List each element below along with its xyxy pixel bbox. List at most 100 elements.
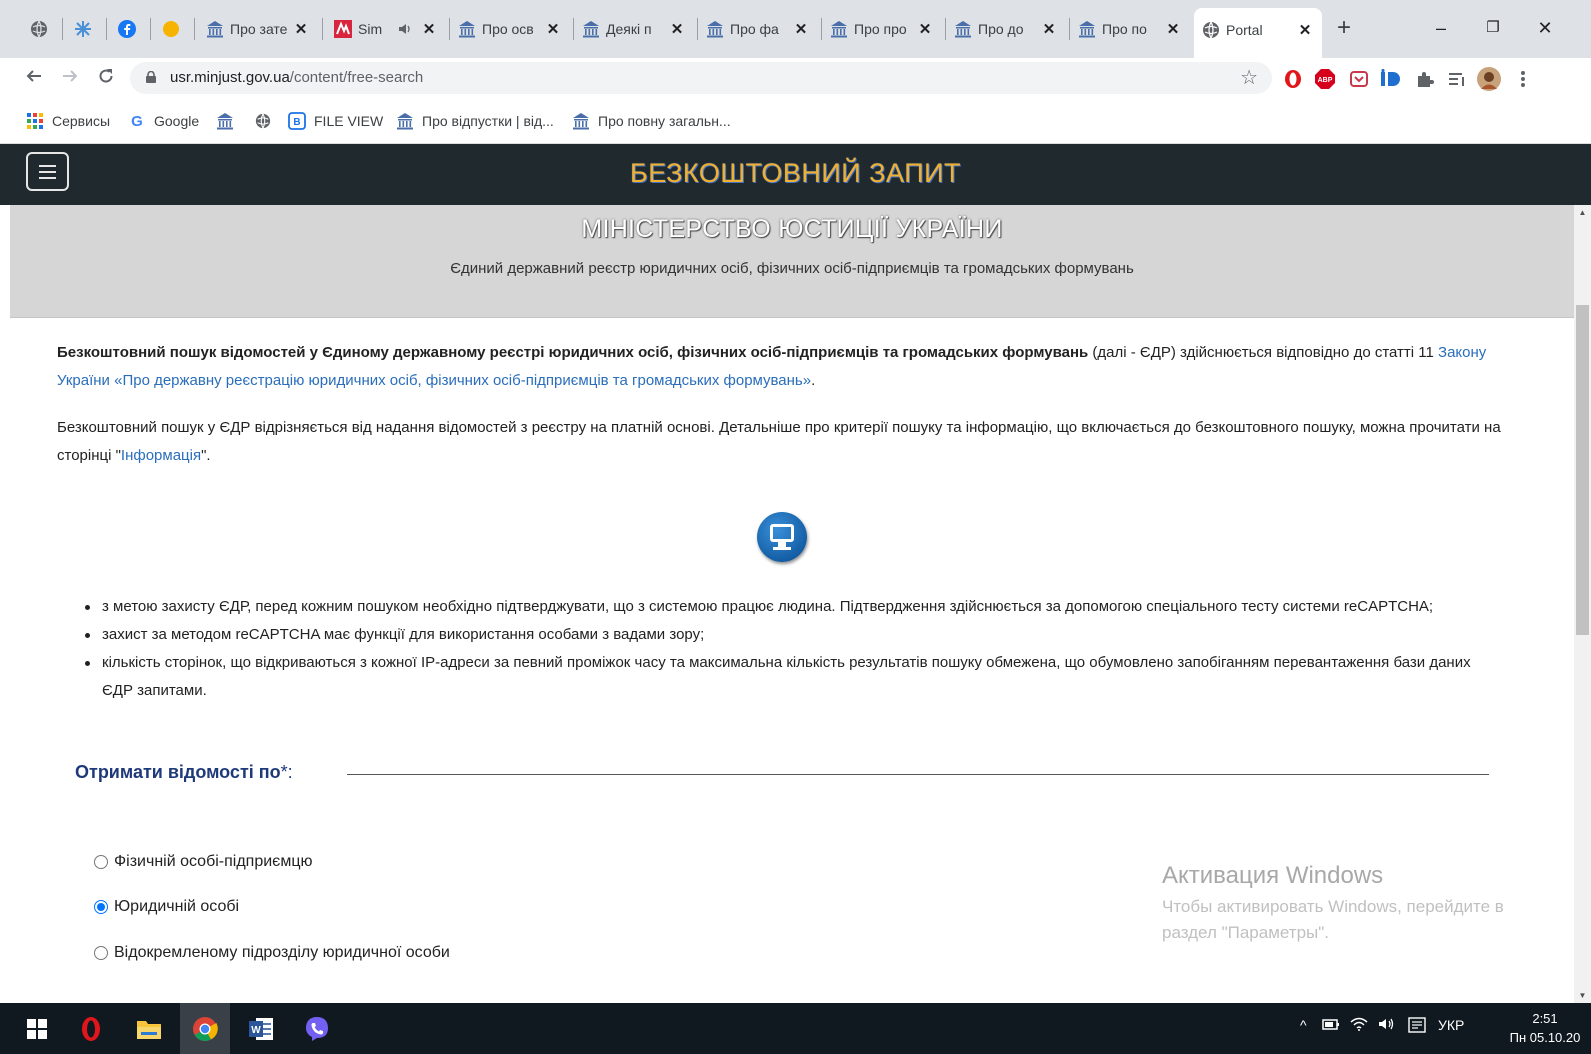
radio-legal-entity[interactable]: Юридичній особі: [94, 896, 239, 918]
gov-building-icon: [830, 20, 848, 38]
required-mark: *:: [280, 762, 293, 782]
svg-text:B: B: [293, 117, 300, 128]
back-button[interactable]: [20, 64, 48, 92]
page-scrollbar[interactable]: ▲ ▼: [1574, 205, 1591, 1003]
tray-language[interactable]: УКР: [1438, 1017, 1464, 1033]
tray-wifi-icon[interactable]: [1350, 1017, 1368, 1036]
pinned-tab-globe[interactable]: [24, 14, 54, 44]
taskbar-opera[interactable]: [66, 1003, 116, 1054]
tab-close-icon[interactable]: ✕: [1040, 20, 1058, 38]
tab-title: Про фа: [730, 21, 779, 37]
bookmark-vacation[interactable]: Про відпустки | від...: [396, 109, 554, 133]
reload-button[interactable]: [92, 64, 120, 92]
url-host: usr.minjust.gov.ua: [170, 69, 290, 86]
radio-button-checked[interactable]: [94, 900, 108, 914]
taskbar-explorer[interactable]: [124, 1003, 174, 1054]
legend-divider: [347, 774, 1489, 775]
tray-overflow-icon[interactable]: ^: [1300, 1017, 1307, 1033]
close-window-button[interactable]: ✕: [1522, 14, 1568, 44]
globe-icon: [254, 112, 272, 130]
tab-title: Portal: [1226, 22, 1263, 38]
tab-close-icon[interactable]: ✕: [420, 20, 438, 38]
extensions-puzzle-icon[interactable]: [1412, 66, 1438, 92]
taskbar-word[interactable]: W: [236, 1003, 286, 1054]
radio-separate-division[interactable]: Відокремленому підрозділу юридичної особ…: [94, 942, 450, 964]
tab-close-icon[interactable]: ✕: [544, 20, 562, 38]
tab-title: Про про: [854, 21, 907, 37]
bookmarks-bar: Сервисы G Google B FILE VIEW Про відпуст…: [0, 98, 1591, 144]
chrome-menu-icon[interactable]: [1510, 66, 1536, 92]
tab-close-icon[interactable]: ✕: [1164, 20, 1182, 38]
pinned-tab-yellow[interactable]: [156, 14, 186, 44]
tray-keyboard-icon[interactable]: [1408, 1017, 1426, 1038]
tab-close-icon[interactable]: ✕: [916, 20, 934, 38]
bookmark-services[interactable]: Сервисы: [26, 109, 110, 133]
bookmark-label: Сервисы: [52, 113, 111, 129]
bookmark-general[interactable]: Про повну загальн...: [572, 109, 731, 133]
scrollbar-thumb[interactable]: [1576, 305, 1589, 635]
ministry-banner: МІНІСТЕРСТВО ЮСТИЦІЇ УКРАЇНИ Єдиний держ…: [10, 205, 1574, 318]
bookmark-label: Про відпустки | від...: [422, 113, 554, 129]
tab-title: Про до: [978, 21, 1024, 37]
svg-text:ABP: ABP: [1318, 77, 1333, 84]
tab-close-icon[interactable]: ✕: [292, 20, 310, 38]
scroll-down-icon[interactable]: ▼: [1574, 991, 1591, 1000]
radio-button[interactable]: [94, 855, 108, 869]
tab-close-icon[interactable]: ✕: [792, 20, 810, 38]
clock-time: 2:51: [1532, 1011, 1558, 1026]
gov-building-icon: [216, 112, 234, 130]
bookmark-globe[interactable]: [254, 109, 280, 133]
taskbar-viber[interactable]: [292, 1003, 342, 1054]
new-tab-button[interactable]: +: [1329, 14, 1359, 44]
tray-volume-icon[interactable]: [1378, 1017, 1396, 1036]
intro-bold-text: Безкоштовний пошук відомостей у Єдиному …: [57, 344, 1089, 361]
profile-avatar[interactable]: [1476, 66, 1502, 92]
tab-active-portal[interactable]: Portal ✕: [1194, 8, 1322, 58]
pinned-tab-snowflake[interactable]: [68, 14, 98, 44]
registry-name: Єдиний державний реєстр юридичних осіб, …: [450, 260, 1134, 277]
tab-1[interactable]: Про зате ✕: [198, 12, 318, 46]
tab-8[interactable]: Про по ✕: [1070, 12, 1190, 46]
tab-3[interactable]: Про осв ✕: [450, 12, 570, 46]
address-bar[interactable]: usr.minjust.gov.ua/content/free-search ☆: [130, 62, 1272, 94]
radio-individual-entrepreneur[interactable]: Фізичній особі-підприємцю: [94, 851, 313, 873]
bookmark-gov[interactable]: [216, 109, 242, 133]
radio-button[interactable]: [94, 946, 108, 960]
scroll-up-icon[interactable]: ▲: [1574, 208, 1591, 217]
gov-building-icon: [572, 112, 590, 130]
tray-battery-icon[interactable]: [1322, 1017, 1340, 1036]
bookmark-star-icon[interactable]: ☆: [1240, 65, 1258, 90]
info-text: Безкоштовний пошук у ЄДР відрізняється в…: [57, 419, 1501, 464]
pinned-tab-facebook[interactable]: [112, 14, 142, 44]
svg-text:W: W: [251, 1025, 261, 1036]
system-clock[interactable]: 2:51 Пн 05.10.20: [1509, 1009, 1581, 1047]
simplex-icon: [334, 20, 352, 38]
start-button[interactable]: [12, 1003, 62, 1054]
gov-building-icon: [396, 112, 414, 130]
bookmark-google[interactable]: G Google: [128, 109, 199, 133]
info-page-link[interactable]: Інформація: [121, 447, 201, 464]
taskbar-chrome[interactable]: [180, 1003, 230, 1054]
google-icon: G: [128, 112, 146, 130]
forward-button[interactable]: [56, 64, 84, 92]
restore-button[interactable]: ❐: [1470, 14, 1516, 44]
tab-close-icon[interactable]: ✕: [668, 20, 686, 38]
tab-2[interactable]: Sim ✕: [326, 12, 446, 46]
reading-list-icon[interactable]: [1444, 66, 1470, 92]
minimize-button[interactable]: –: [1418, 14, 1464, 44]
adblock-plus-icon[interactable]: ABP: [1312, 66, 1338, 92]
tab-separator: [106, 18, 107, 40]
audio-playing-icon[interactable]: [396, 20, 414, 38]
bookmark-label: FILE VIEW: [314, 113, 384, 129]
tab-6[interactable]: Про про ✕: [822, 12, 942, 46]
pocket-ext-icon[interactable]: [1346, 66, 1372, 92]
bookmark-file-view[interactable]: B FILE VIEW: [288, 109, 383, 133]
tab-7[interactable]: Про до ✕: [946, 12, 1066, 46]
tab-5[interactable]: Про фа ✕: [698, 12, 818, 46]
gov-building-icon: [954, 20, 972, 38]
info-paragraph: Безкоштовний пошук у ЄДР відрізняється в…: [57, 414, 1527, 470]
opera-ext-icon[interactable]: [1280, 66, 1306, 92]
tab-4[interactable]: Деякі п ✕: [574, 12, 694, 46]
id-ext-icon[interactable]: [1378, 66, 1404, 92]
tab-close-icon[interactable]: ✕: [1296, 21, 1314, 39]
